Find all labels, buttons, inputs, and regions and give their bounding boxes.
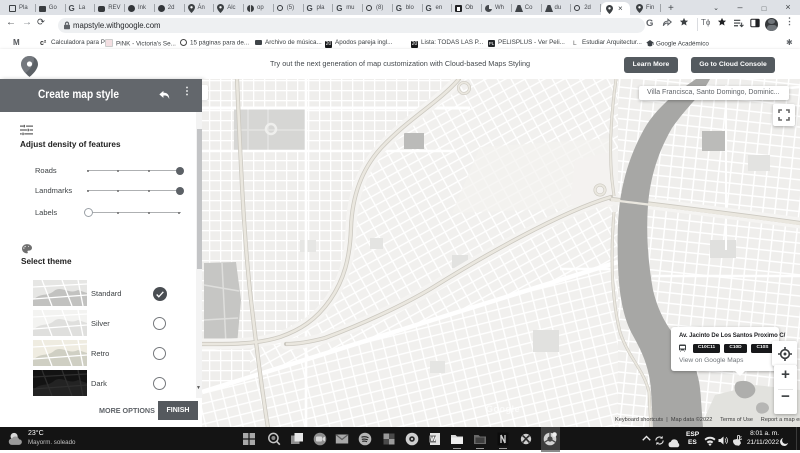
svg-text:W: W: [430, 436, 437, 443]
svg-text:Google: Google: [486, 404, 520, 414]
